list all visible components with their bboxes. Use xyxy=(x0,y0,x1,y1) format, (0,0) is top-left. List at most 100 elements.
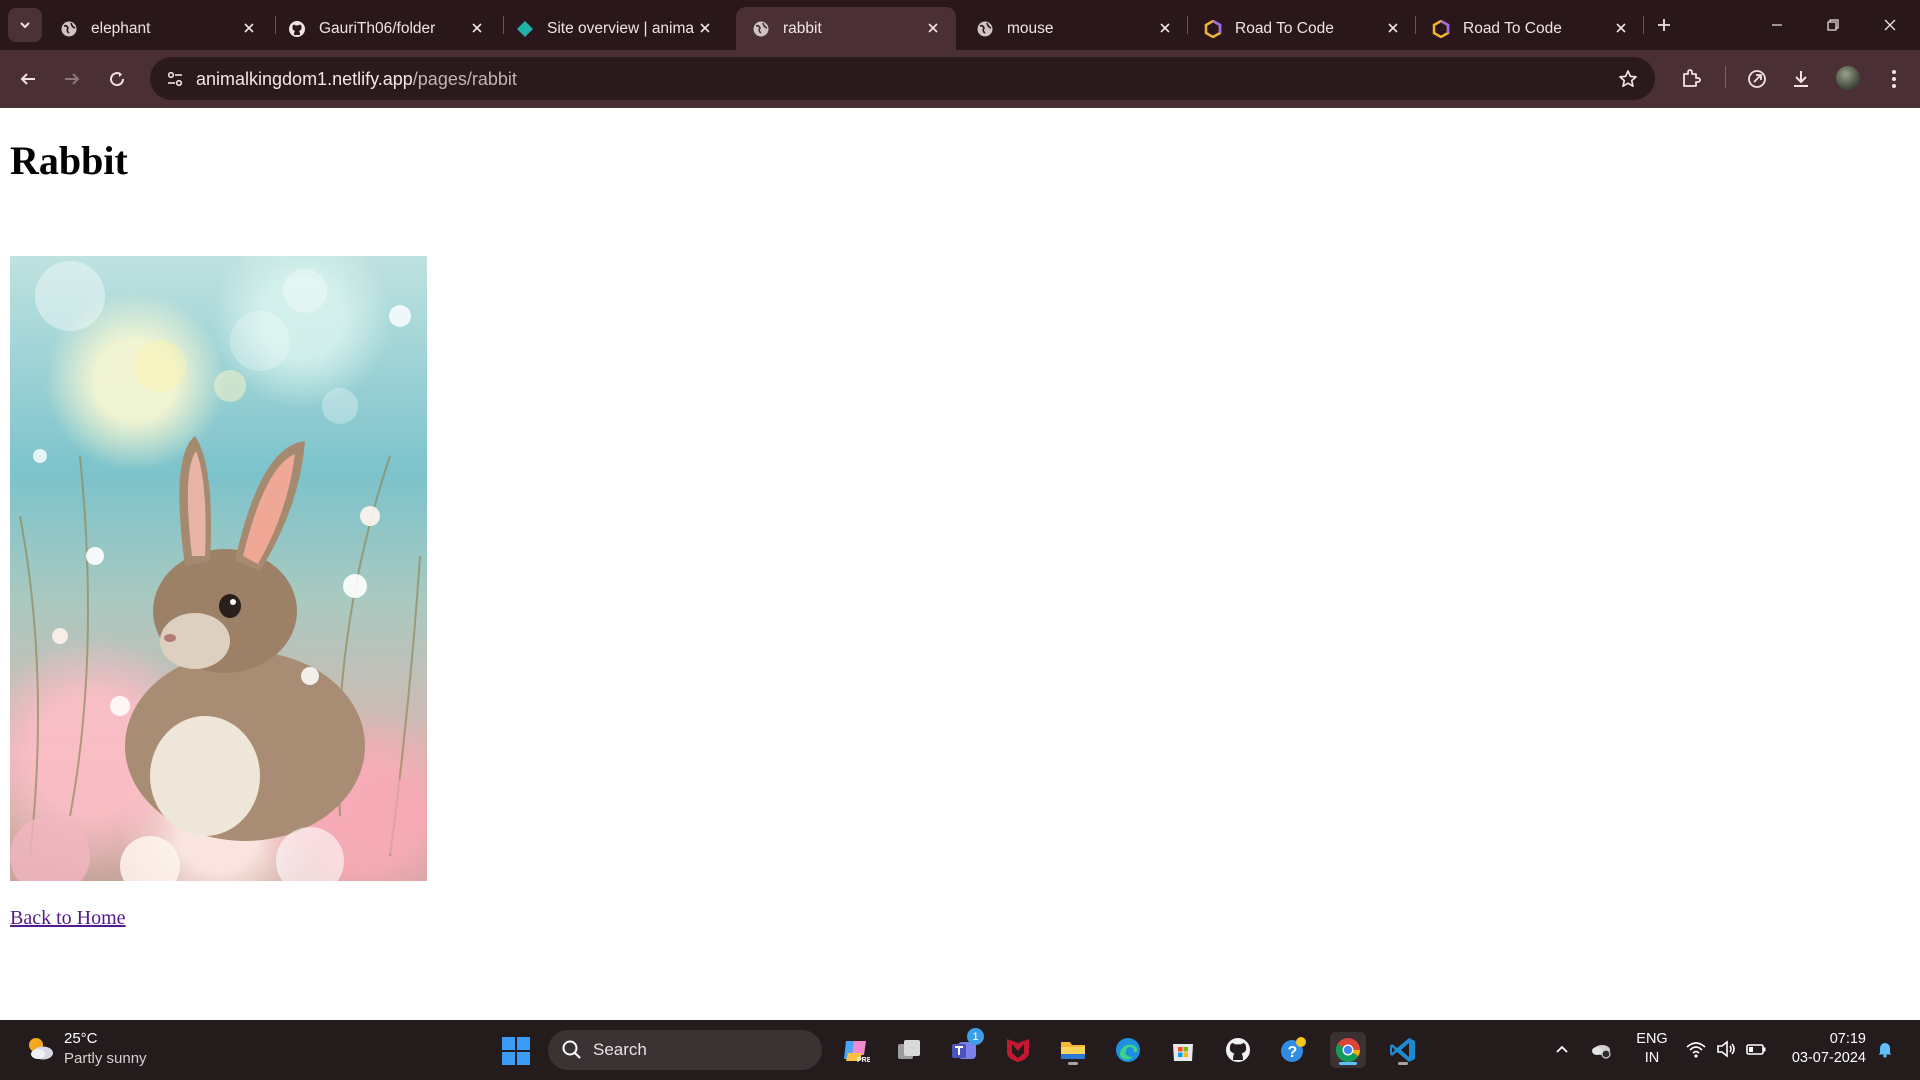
chrome-app[interactable] xyxy=(1330,1032,1366,1068)
bookmark-button[interactable] xyxy=(1617,68,1639,90)
wifi-icon xyxy=(1686,1042,1706,1058)
reload-icon xyxy=(110,72,125,87)
tab-rabbit[interactable]: rabbit xyxy=(736,7,956,50)
url-path: /pages/rabbit xyxy=(412,69,517,89)
close-window-button[interactable] xyxy=(1870,8,1910,42)
performance-button[interactable] xyxy=(1741,63,1773,95)
tune-icon xyxy=(167,71,183,87)
close-icon[interactable] xyxy=(696,19,714,37)
svg-text:PRE: PRE xyxy=(857,1057,870,1064)
extensions-button[interactable] xyxy=(1675,63,1707,95)
notifications-button[interactable] xyxy=(1874,1038,1896,1060)
speaker-icon xyxy=(1717,1040,1735,1058)
help-icon: ? xyxy=(1281,1037,1306,1062)
url-text[interactable]: animalkingdom1.netlify.app/pages/rabbit xyxy=(196,69,517,90)
edge-app[interactable] xyxy=(1110,1032,1146,1068)
tab-title: GauriTh06/folder xyxy=(319,19,436,37)
rabbit-image xyxy=(10,256,427,881)
task-view-icon xyxy=(898,1040,920,1059)
roadtocode-icon xyxy=(1432,19,1450,38)
help-app[interactable]: ? xyxy=(1275,1032,1311,1068)
language-indicator[interactable]: ENG IN xyxy=(1634,1030,1670,1068)
microsoft-store-app[interactable] xyxy=(1165,1032,1201,1068)
page-title: Rabbit xyxy=(10,138,128,183)
arrow-left-icon xyxy=(20,73,35,85)
task-view-app[interactable] xyxy=(891,1032,927,1068)
file-explorer-app[interactable] xyxy=(1055,1032,1091,1068)
github-icon xyxy=(1226,1038,1250,1062)
back-button[interactable] xyxy=(12,63,44,95)
tab-road-to-code-2[interactable]: Road To Code xyxy=(1416,7,1644,50)
restore-icon xyxy=(1827,19,1839,31)
tab-strip: elephant GauriTh06/folder Site overview … xyxy=(0,0,1920,50)
tab-elephant[interactable]: elephant xyxy=(44,7,272,50)
copilot-app[interactable]: PRE xyxy=(837,1032,873,1068)
close-icon[interactable] xyxy=(1384,19,1402,37)
restore-button[interactable] xyxy=(1813,8,1853,42)
region-code: IN xyxy=(1644,1050,1660,1066)
menu-button[interactable] xyxy=(1878,63,1910,95)
github-desktop-app[interactable] xyxy=(1220,1032,1256,1068)
notification-badge: 1 xyxy=(967,1028,984,1045)
windows-logo-pane xyxy=(517,1037,530,1050)
search-label: Search xyxy=(593,1040,647,1059)
search-icon xyxy=(562,1040,581,1059)
volume-button[interactable] xyxy=(1714,1037,1738,1061)
new-tab-button[interactable] xyxy=(1650,11,1678,39)
start-button[interactable] xyxy=(502,1037,530,1065)
teams-app[interactable]: 1 xyxy=(946,1028,984,1068)
vscode-app[interactable] xyxy=(1385,1032,1421,1068)
weather-temperature[interactable]: 25°C xyxy=(64,1030,98,1047)
arrow-right-icon xyxy=(65,73,80,85)
close-icon[interactable] xyxy=(468,19,486,37)
tab-title: elephant xyxy=(91,19,151,37)
tab-search-button[interactable] xyxy=(8,8,42,42)
wifi-button[interactable] xyxy=(1684,1037,1708,1061)
tab-github[interactable]: GauriTh06/folder xyxy=(272,7,500,50)
tab-road-to-code[interactable]: Road To Code xyxy=(1188,7,1416,50)
tab-mouse[interactable]: mouse xyxy=(960,7,1188,50)
mcafee-app[interactable] xyxy=(1000,1032,1036,1068)
chevron-up-icon xyxy=(1556,1045,1568,1053)
site-info-button[interactable] xyxy=(160,64,190,94)
globe-icon xyxy=(752,20,770,38)
browser-toolbar: animalkingdom1.netlify.app/pages/rabbit xyxy=(0,50,1920,108)
bell-icon xyxy=(1878,1043,1892,1058)
copilot-icon: PRE xyxy=(844,1041,870,1064)
reload-button[interactable] xyxy=(101,63,133,95)
folder-icon xyxy=(1061,1042,1085,1059)
weather-description[interactable]: Partly sunny xyxy=(64,1050,147,1067)
language-code: ENG xyxy=(1636,1031,1668,1047)
tab-title: rabbit xyxy=(783,19,822,37)
downloads-button[interactable] xyxy=(1785,63,1817,95)
roadtocode-icon xyxy=(1204,19,1222,38)
close-icon[interactable] xyxy=(1156,19,1174,37)
vscode-icon xyxy=(1390,1038,1415,1062)
taskbar-search[interactable]: Search xyxy=(548,1030,822,1070)
page-content: Rabbit Back to Home xyxy=(0,108,1920,1020)
close-icon[interactable] xyxy=(1612,19,1630,37)
speedometer-icon xyxy=(1748,70,1766,88)
back-to-home-link[interactable]: Back to Home xyxy=(10,907,126,930)
download-icon xyxy=(1794,71,1808,87)
address-bar[interactable]: animalkingdom1.netlify.app/pages/rabbit xyxy=(150,57,1655,100)
profile-avatar[interactable] xyxy=(1836,66,1860,90)
tab-netlify[interactable]: Site overview | anima xyxy=(500,7,728,50)
active-indicator xyxy=(1339,1062,1357,1065)
close-icon[interactable] xyxy=(924,19,942,37)
show-hidden-icons-button[interactable] xyxy=(1550,1037,1574,1061)
tab-title: Road To Code xyxy=(1463,19,1562,37)
forward-button[interactable] xyxy=(56,63,88,95)
tab-separator xyxy=(1643,16,1644,34)
battery-button[interactable] xyxy=(1744,1037,1768,1061)
clock[interactable]: 07:19 03-07-2024 xyxy=(1782,1030,1866,1068)
minimize-button[interactable] xyxy=(1757,8,1797,42)
puzzle-icon xyxy=(1683,69,1701,87)
svg-text:?: ? xyxy=(1288,1044,1298,1061)
toolbar-separator xyxy=(1725,66,1726,88)
mcafee-shield-icon xyxy=(1007,1039,1029,1062)
weather-icon[interactable] xyxy=(24,1033,56,1065)
taskbar: 25°C Partly sunny Search PRE 1 ? ENG IN … xyxy=(0,1020,1920,1080)
onedrive-tray-button[interactable] xyxy=(1589,1037,1613,1061)
close-icon[interactable] xyxy=(240,19,258,37)
